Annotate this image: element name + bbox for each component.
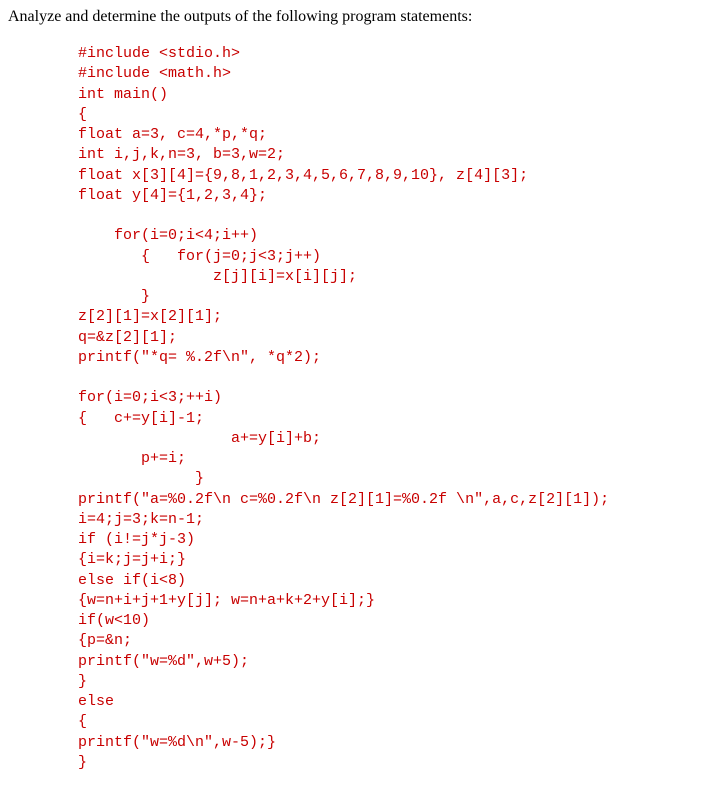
code-listing: #include <stdio.h> #include <math.h> int… bbox=[8, 44, 693, 773]
question-prompt: Analyze and determine the outputs of the… bbox=[8, 8, 693, 26]
page-container: Analyze and determine the outputs of the… bbox=[0, 0, 701, 793]
